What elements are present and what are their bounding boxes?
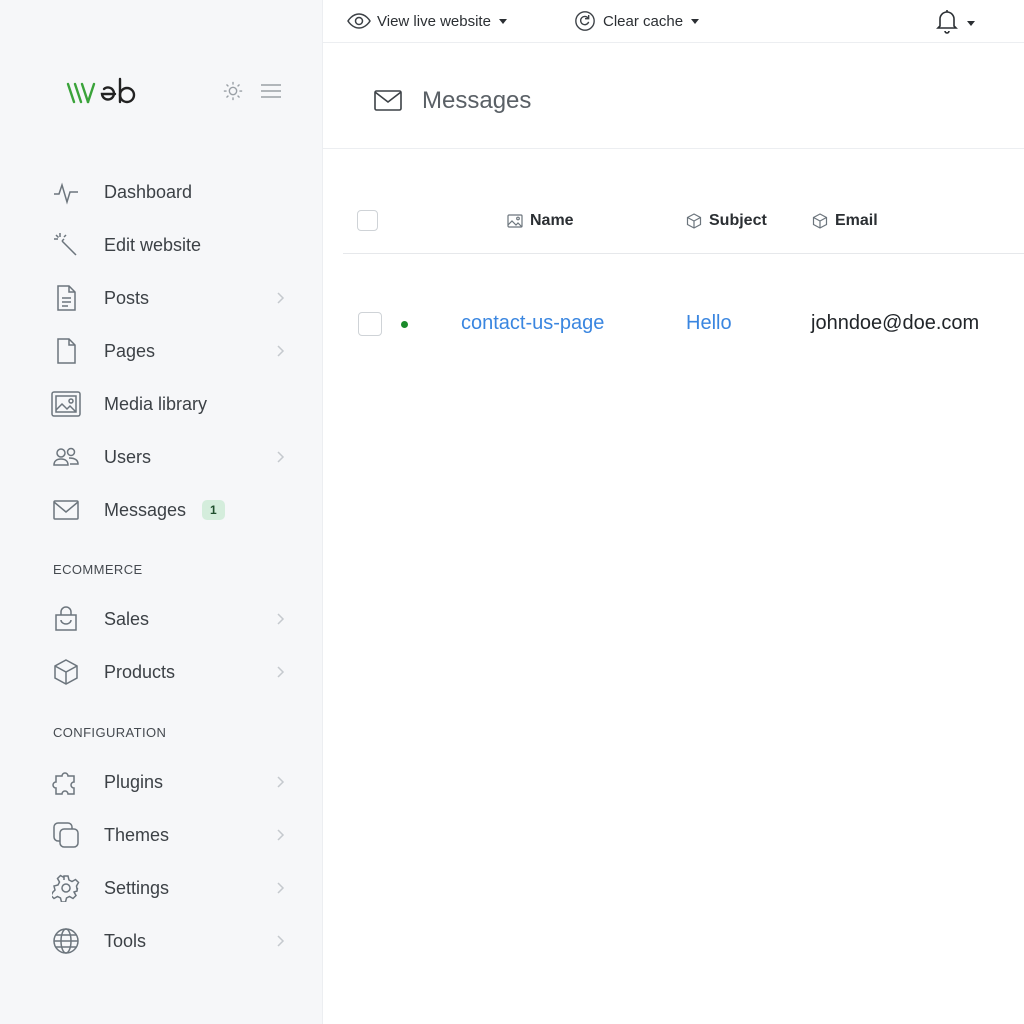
sidebar-item-label: Media library — [104, 393, 208, 414]
pulse-icon — [50, 176, 82, 208]
magic-wand-icon — [50, 229, 82, 261]
image-gallery-icon — [50, 388, 82, 420]
caret-down-icon — [691, 18, 700, 24]
sidebar-item-themes[interactable]: Themes — [50, 815, 300, 855]
sidebar-item-sales[interactable]: Sales — [50, 599, 300, 639]
sidebar-item-label: Messages — [104, 499, 187, 520]
chevron-right-icon — [272, 880, 288, 896]
sidebar-item-media-library[interactable]: Media library — [50, 384, 300, 424]
chevron-right-icon — [272, 827, 288, 843]
top-bar: View live website Clear cache — [323, 0, 1024, 43]
column-header-name[interactable]: Name — [506, 212, 574, 230]
box-icon — [50, 656, 82, 688]
sidebar-item-label: Dashboard — [104, 181, 193, 202]
envelope-icon — [373, 87, 405, 115]
notifications-dropdown[interactable] — [935, 8, 975, 39]
table-header: Name Subject Email — [343, 190, 1024, 254]
column-header-label: Name — [530, 212, 574, 229]
sidebar-item-tools[interactable]: Tools — [50, 921, 300, 961]
message-email: johndoe@doe.com — [811, 312, 980, 334]
unread-status-dot — [401, 321, 408, 328]
column-header-label: Subject — [709, 212, 767, 229]
sidebar-item-label: Plugins — [104, 771, 164, 792]
sidebar-item-label: Pages — [104, 340, 156, 361]
sidebar-item-pages[interactable]: Pages — [50, 331, 300, 371]
row-checkbox[interactable] — [358, 312, 382, 336]
sidebar-item-products[interactable]: Products — [50, 652, 300, 692]
sidebar-item-edit-website[interactable]: Edit website — [50, 225, 300, 265]
menu-toggle-icon[interactable] — [260, 82, 282, 100]
select-all-checkbox[interactable] — [357, 210, 378, 231]
view-live-website-dropdown[interactable]: View live website — [347, 9, 507, 33]
theme-toggle-sun-icon[interactable] — [222, 80, 244, 102]
sidebar-item-label: Posts — [104, 287, 150, 308]
sidebar-item-label: Edit website — [104, 234, 202, 255]
caret-down-icon — [967, 21, 975, 26]
sidebar-item-label: Sales — [104, 608, 150, 629]
chevron-right-icon — [272, 664, 288, 680]
sidebar-item-label: Themes — [104, 824, 170, 845]
bell-icon — [935, 8, 959, 39]
sidebar-item-label: Users — [104, 446, 152, 467]
sidebar-item-messages[interactable]: Messages 1 — [50, 490, 300, 530]
sidebar-item-posts[interactable]: Posts — [50, 278, 300, 318]
message-name-link[interactable]: contact-us-page — [461, 312, 604, 335]
box-icon — [685, 212, 703, 230]
chevron-right-icon — [272, 343, 288, 359]
sidebar-item-plugins[interactable]: Plugins — [50, 762, 300, 802]
chevron-right-icon — [272, 290, 288, 306]
sidebar-item-dashboard[interactable]: Dashboard — [50, 172, 300, 212]
section-title-ecommerce: ECOMMERCE — [53, 562, 143, 577]
unread-count-badge: 1 — [202, 500, 225, 520]
shopping-bag-icon — [50, 603, 82, 635]
chevron-right-icon — [272, 611, 288, 627]
column-header-label: Email — [835, 212, 878, 229]
table-row[interactable]: contact-us-page Hello johndoe@doe.com — [343, 294, 1024, 354]
refresh-circle-icon — [573, 9, 597, 33]
puzzle-icon — [50, 766, 82, 798]
chevron-right-icon — [272, 449, 288, 465]
message-subject-link[interactable]: Hello — [686, 312, 732, 335]
users-icon — [50, 441, 82, 473]
section-title-configuration: CONFIGURATION — [53, 725, 167, 740]
layers-icon — [50, 819, 82, 851]
sidebar-item-settings[interactable]: Settings — [50, 868, 300, 908]
sidebar: Dashboard Edit website Posts Pages Media… — [0, 0, 323, 1024]
chevron-right-icon — [272, 933, 288, 949]
box-icon — [811, 212, 829, 230]
brand-logo[interactable] — [66, 76, 156, 106]
sidebar-item-users[interactable]: Users — [50, 437, 300, 477]
chevron-right-icon — [272, 774, 288, 790]
page-icon — [50, 335, 82, 367]
clear-cache-label: Clear cache — [603, 12, 684, 30]
page-title: Messages — [422, 87, 532, 114]
view-live-website-label: View live website — [377, 12, 491, 30]
sidebar-item-label: Tools — [104, 930, 147, 951]
sidebar-item-label: Products — [104, 661, 176, 682]
column-header-email[interactable]: Email — [811, 212, 878, 230]
document-icon — [50, 282, 82, 314]
image-icon — [506, 212, 524, 230]
globe-icon — [50, 925, 82, 957]
column-header-subject[interactable]: Subject — [685, 212, 767, 230]
gear-icon — [50, 872, 82, 904]
clear-cache-dropdown[interactable]: Clear cache — [573, 9, 700, 33]
sidebar-item-label: Settings — [104, 877, 170, 898]
eye-icon — [347, 9, 371, 33]
caret-down-icon — [498, 18, 507, 24]
envelope-icon — [50, 494, 82, 526]
page-header: Messages — [323, 43, 1024, 149]
